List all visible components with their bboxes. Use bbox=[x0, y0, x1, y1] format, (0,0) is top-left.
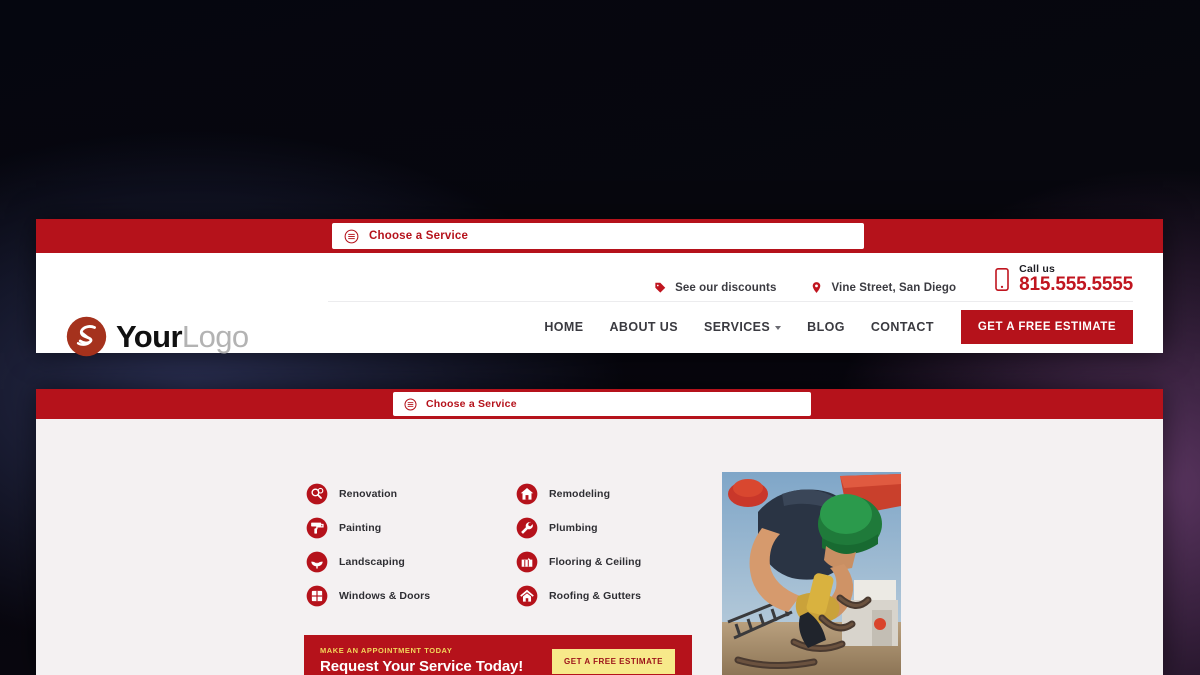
choose-a-service-select-secondary[interactable]: Choose a Service bbox=[393, 392, 811, 416]
plant-leaf-icon bbox=[306, 551, 328, 573]
discounts-label: See our discounts bbox=[675, 282, 777, 294]
house-icon bbox=[516, 483, 538, 505]
cta-get-a-free-estimate-button[interactable]: GET A FREE ESTIMATE bbox=[552, 648, 675, 674]
window-icon bbox=[306, 585, 328, 607]
house-roof-icon bbox=[516, 585, 538, 607]
header-info-row: See our discounts Vine Street, San Diego bbox=[328, 253, 1133, 301]
paint-roller-icon bbox=[306, 517, 328, 539]
nav-item-about-us[interactable]: ABOUT US bbox=[596, 320, 690, 334]
service-item-painting[interactable]: Painting bbox=[306, 511, 516, 545]
service-label: Roofing & Gutters bbox=[549, 590, 642, 602]
services-panel-body: Renovation Remodeling Painting Plumbing … bbox=[36, 419, 1163, 675]
service-item-landscaping[interactable]: Landscaping bbox=[306, 545, 516, 579]
nav-label: CONTACT bbox=[870, 320, 934, 334]
top-service-bar: Choose a Service bbox=[36, 219, 1163, 253]
service-item-roofing-gutters[interactable]: Roofing & Gutters bbox=[516, 579, 726, 613]
phone-block[interactable]: Call us 815.555.5555 bbox=[994, 264, 1133, 295]
get-a-free-estimate-button[interactable]: GET A FREE ESTIMATE bbox=[960, 310, 1133, 344]
nav-item-home[interactable]: HOME bbox=[531, 320, 596, 334]
main-navigation: HOME ABOUT US SERVICES BLOG CONTACT GET … bbox=[328, 302, 1133, 352]
nav-item-services[interactable]: SERVICES bbox=[691, 320, 794, 334]
choose-a-service-label: Choose a Service bbox=[426, 398, 517, 410]
chevron-down-icon bbox=[775, 326, 782, 330]
cta-kicker: MAKE AN APPOINTMENT TODAY bbox=[320, 645, 453, 655]
service-label: Flooring & Ceiling bbox=[549, 556, 642, 568]
address-label: Vine Street, San Diego bbox=[831, 281, 957, 294]
service-label: Plumbing bbox=[549, 522, 598, 534]
wrench-icon bbox=[516, 517, 538, 539]
s-monogram-circle-icon bbox=[66, 316, 107, 357]
discounts-link[interactable]: See our discounts bbox=[653, 281, 776, 295]
nav-item-contact[interactable]: CONTACT bbox=[858, 320, 947, 334]
site-header-panel: Choose a Service YourLogo See our discou… bbox=[36, 219, 1163, 357]
service-item-remodeling[interactable]: Remodeling bbox=[516, 477, 726, 511]
service-label: Painting bbox=[339, 522, 382, 534]
nav-label: SERVICES bbox=[703, 320, 771, 334]
flooring-tile-icon bbox=[516, 551, 538, 573]
hamburger-circle-icon bbox=[344, 229, 359, 243]
nav-label: ABOUT US bbox=[609, 320, 678, 334]
appointment-cta-banner: MAKE AN APPOINTMENT TODAY Request Your S… bbox=[304, 635, 692, 675]
service-item-windows-doors[interactable]: Windows & Doors bbox=[306, 579, 516, 613]
worker-photo-illustration bbox=[722, 472, 901, 675]
gear-search-icon bbox=[306, 483, 328, 505]
screenshot-stage: Choose a Service YourLogo See our discou… bbox=[0, 0, 1200, 675]
site-logo[interactable]: YourLogo bbox=[65, 315, 249, 358]
phone-number: 815.555.5555 bbox=[1019, 274, 1133, 296]
service-item-flooring-ceiling[interactable]: Flooring & Ceiling bbox=[516, 545, 726, 579]
bottom-service-bar: Choose a Service bbox=[36, 389, 1163, 419]
logo-text-secondary: Logo bbox=[181, 319, 249, 354]
worker-photo bbox=[722, 472, 901, 675]
service-label: Remodeling bbox=[549, 488, 611, 500]
service-label: Renovation bbox=[339, 488, 398, 500]
service-item-renovation[interactable]: Renovation bbox=[306, 477, 516, 511]
cta-text: MAKE AN APPOINTMENT TODAY Request Your S… bbox=[320, 645, 524, 675]
cta-title: Request Your Service Today! bbox=[320, 657, 524, 675]
service-label: Windows & Doors bbox=[339, 590, 431, 602]
map-pin-icon bbox=[813, 282, 821, 293]
mobile-phone-icon bbox=[995, 268, 1009, 291]
tag-icon bbox=[655, 282, 666, 293]
choose-a-service-select[interactable]: Choose a Service bbox=[332, 223, 864, 249]
choose-a-service-label: Choose a Service bbox=[369, 230, 469, 242]
header-body: YourLogo See our discounts Vine Street, … bbox=[36, 253, 1163, 357]
address-item[interactable]: Vine Street, San Diego bbox=[810, 280, 956, 295]
nav-label: HOME bbox=[544, 320, 584, 334]
services-panel: Choose a Service Renovation Remodeling P… bbox=[36, 389, 1163, 675]
service-label: Landscaping bbox=[339, 556, 405, 568]
service-item-plumbing[interactable]: Plumbing bbox=[516, 511, 726, 545]
logo-wordmark: YourLogo bbox=[116, 321, 249, 352]
hamburger-circle-icon bbox=[404, 397, 417, 411]
services-list: Renovation Remodeling Painting Plumbing … bbox=[306, 477, 726, 613]
logo-text-primary: Your bbox=[116, 319, 183, 354]
nav-item-blog[interactable]: BLOG bbox=[794, 320, 858, 334]
header-right-column: See our discounts Vine Street, San Diego bbox=[328, 253, 1133, 352]
nav-label: BLOG bbox=[807, 320, 845, 334]
